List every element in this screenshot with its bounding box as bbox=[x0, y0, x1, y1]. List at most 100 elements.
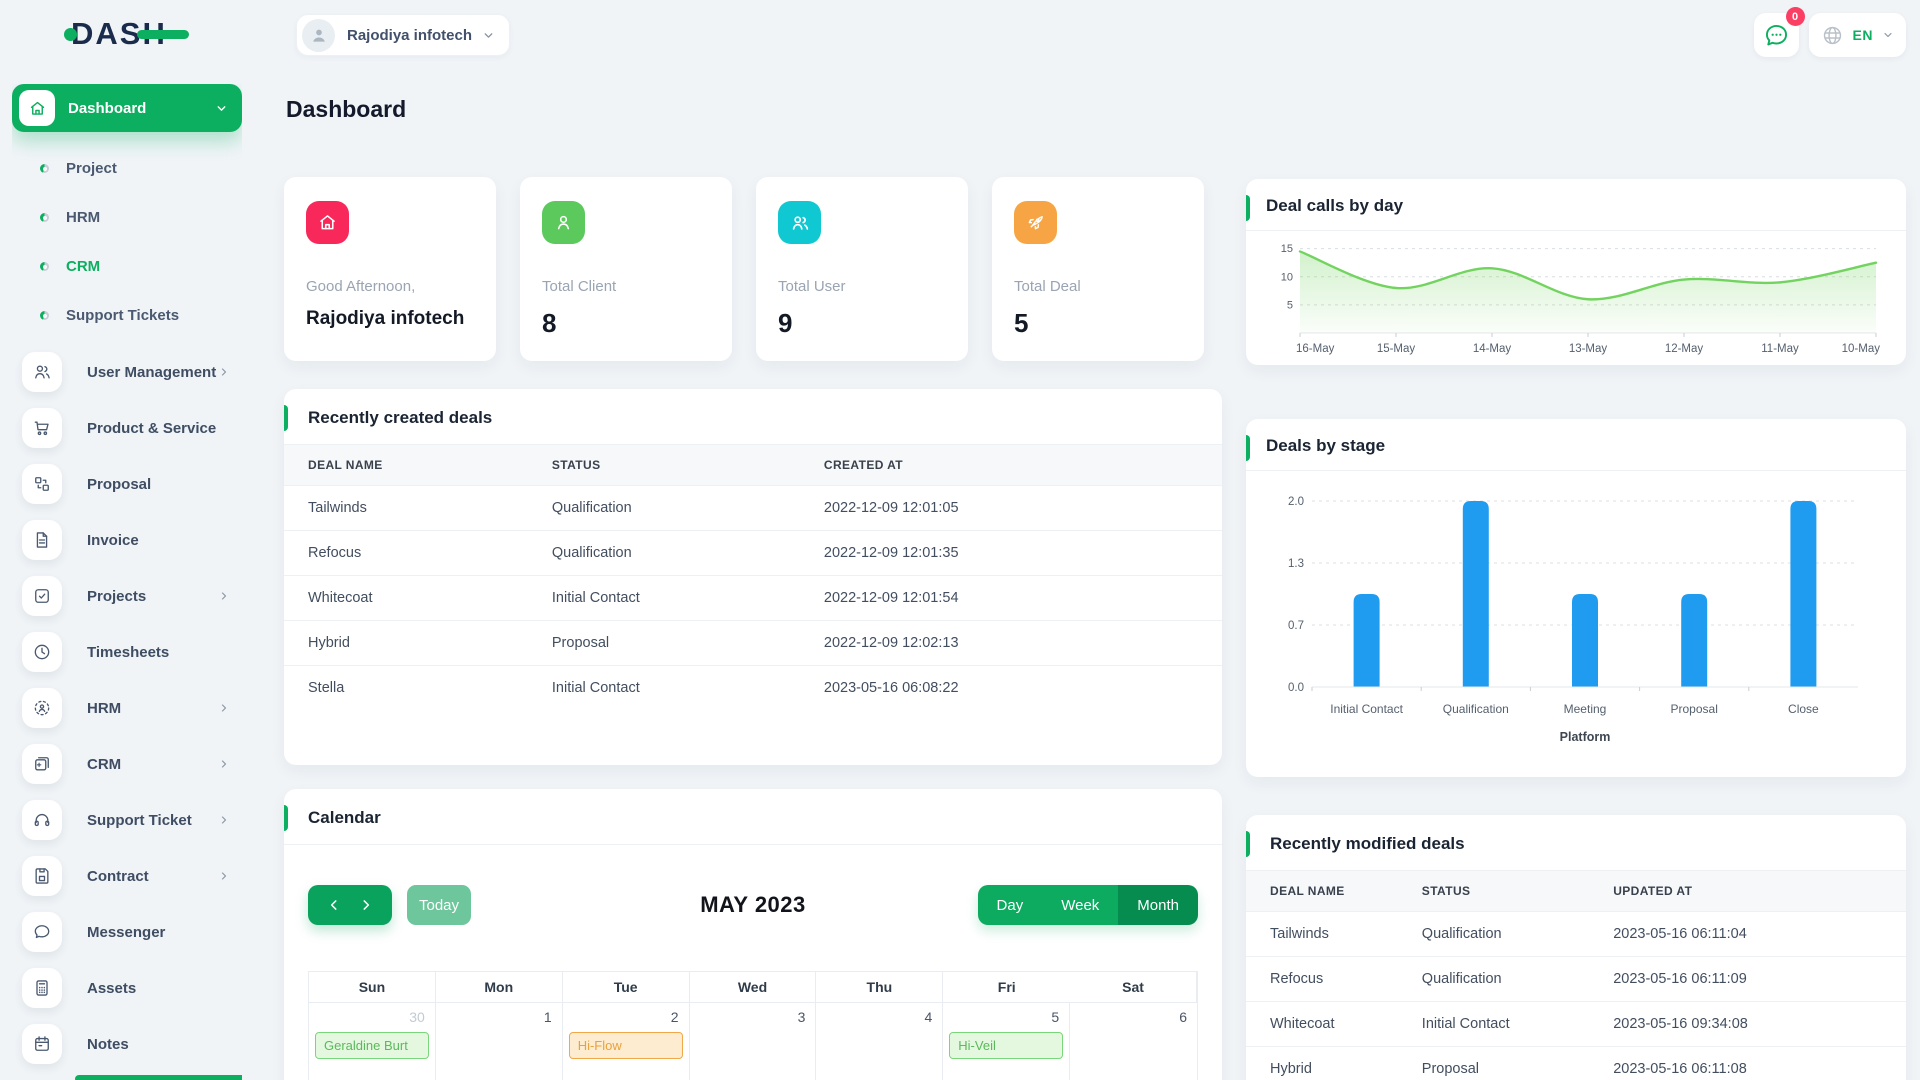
sidebar-item-crm-group[interactable]: CRM bbox=[12, 736, 242, 792]
column-header: DEAL NAME bbox=[308, 458, 383, 472]
stat-label: Good Afternoon, bbox=[306, 278, 416, 295]
sidebar-item-proposal[interactable]: Proposal bbox=[12, 456, 242, 512]
sidebar-item-invoice[interactable]: Invoice bbox=[12, 512, 242, 568]
users-icon-badge bbox=[778, 201, 821, 244]
status-cell: Qualification bbox=[527, 485, 800, 531]
language-selector[interactable]: EN bbox=[1808, 13, 1906, 57]
deal-name-cell: Refocus bbox=[284, 530, 528, 576]
sidebar-item-messenger[interactable]: Messenger bbox=[12, 904, 242, 960]
status-cell: Qualification bbox=[527, 530, 800, 576]
chevron-right-icon[interactable] bbox=[359, 898, 373, 912]
status-cell: Qualification bbox=[1397, 911, 1590, 957]
deal-name-cell: Stella bbox=[284, 665, 528, 710]
sidebar-item-timesheets[interactable]: Timesheets bbox=[12, 624, 242, 680]
sidebar-item-label: User Management bbox=[87, 363, 217, 381]
sidebar-item-label: Assets bbox=[87, 979, 137, 997]
sidebar-item-contract[interactable]: Contract bbox=[12, 848, 242, 904]
calendar-day-cell[interactable]: 3 bbox=[690, 1003, 817, 1080]
table-row[interactable]: Refocus Qualification 2023-05-16 06:11:0… bbox=[1246, 956, 1906, 1002]
calendar-event[interactable]: Geraldine Burt bbox=[315, 1032, 429, 1059]
sidebar-item-notes[interactable]: Notes bbox=[12, 1016, 242, 1072]
table-row[interactable]: Hybrid Proposal 2022-12-09 12:02:13 bbox=[284, 620, 1222, 666]
view-day-button[interactable]: Day bbox=[977, 885, 1043, 925]
topbar: DASH Rajodiya infotech 0 EN bbox=[0, 0, 1920, 70]
updated-at-cell: 2023-05-16 06:11:04 bbox=[1589, 911, 1906, 957]
sidebar-item-user-management[interactable]: User Management bbox=[12, 344, 242, 400]
cart-icon bbox=[34, 421, 49, 436]
sidebar-item-hrm[interactable]: HRM bbox=[12, 193, 242, 242]
sidebar-item-label: Product & Service bbox=[87, 419, 217, 437]
clock-icon bbox=[34, 644, 50, 660]
svg-text:2.0: 2.0 bbox=[1288, 496, 1304, 508]
table-row[interactable]: Whitecoat Initial Contact 2022-12-09 12:… bbox=[284, 575, 1222, 621]
svg-text:10-May: 10-May bbox=[1842, 343, 1880, 355]
chevron-left-icon[interactable] bbox=[327, 898, 341, 912]
calculator-icon-tile bbox=[22, 968, 62, 1008]
table-row[interactable]: Refocus Qualification 2022-12-09 12:01:3… bbox=[284, 530, 1222, 576]
bullet-icon bbox=[40, 213, 49, 222]
globe-icon bbox=[1823, 26, 1841, 44]
proposal-icon-tile bbox=[22, 464, 62, 504]
sidebar-item-label: Contract bbox=[87, 867, 149, 885]
app-logo[interactable]: DASH bbox=[64, 16, 189, 52]
sidebar-item-product-service[interactable]: Product & Service bbox=[12, 400, 242, 456]
sidebar-item-label: HRM bbox=[66, 209, 101, 226]
headset-icon-tile bbox=[22, 800, 62, 840]
sidebar-item-crm[interactable]: CRM bbox=[12, 242, 242, 291]
sidebar-item-hrm-group[interactable]: HRM bbox=[12, 680, 242, 736]
stat-label: Total User bbox=[778, 278, 846, 295]
bullet-icon bbox=[40, 164, 49, 173]
message-icon-tile bbox=[22, 912, 62, 952]
users-icon bbox=[792, 215, 808, 230]
table-header-row: DEAL NAME STATUS CREATED AT bbox=[284, 445, 1222, 486]
home-icon-box bbox=[19, 90, 55, 126]
cart-icon-tile bbox=[22, 408, 62, 448]
weekday-header: Tue bbox=[562, 972, 690, 1003]
table-row[interactable]: Hybrid Proposal 2023-05-16 06:11:08 bbox=[1246, 1046, 1906, 1080]
company-selector[interactable]: Rajodiya infotech bbox=[296, 14, 511, 56]
stat-value: 8 bbox=[542, 308, 557, 338]
table-row[interactable]: Tailwinds Qualification 2022-12-09 12:01… bbox=[284, 485, 1222, 531]
sidebar-item-label: CRM bbox=[87, 755, 122, 773]
total-user-card: Total User 9 bbox=[756, 177, 968, 361]
language-label: EN bbox=[1852, 27, 1873, 43]
user-icon-badge bbox=[542, 201, 585, 244]
table-row[interactable]: Tailwinds Qualification 2023-05-16 06:11… bbox=[1246, 911, 1906, 957]
crm-icon bbox=[35, 757, 49, 771]
logo-dash bbox=[136, 29, 189, 39]
calendar-day-cell[interactable]: 1 bbox=[436, 1003, 563, 1080]
check-square-icon bbox=[35, 589, 49, 603]
calendar-day-cell[interactable]: 5 Hi-Veil bbox=[943, 1003, 1071, 1080]
svg-text:Close: Close bbox=[1788, 702, 1819, 716]
sidebar-item-support-ticket-group[interactable]: Support Ticket bbox=[12, 792, 242, 848]
updated-at-cell: 2023-05-16 06:11:08 bbox=[1589, 1046, 1906, 1080]
calendar-day-cell[interactable]: 6 bbox=[1070, 1003, 1197, 1080]
view-month-button[interactable]: Month bbox=[1118, 885, 1198, 925]
home-icon bbox=[30, 101, 44, 115]
sidebar-item-projects[interactable]: Projects bbox=[12, 568, 242, 624]
sidebar-item-support-tickets[interactable]: Support Tickets bbox=[12, 291, 242, 340]
svg-text:5: 5 bbox=[1287, 299, 1293, 311]
today-button[interactable]: Today bbox=[407, 885, 471, 925]
view-week-button[interactable]: Week bbox=[1042, 885, 1119, 925]
recently-created-deals-table: DEAL NAME STATUS CREATED AT Tailwinds Qu… bbox=[284, 445, 1222, 710]
table-row[interactable]: Whitecoat Initial Contact 2023-05-16 09:… bbox=[1246, 1001, 1906, 1047]
svg-text:0.7: 0.7 bbox=[1288, 620, 1304, 632]
table-row[interactable]: Stella Initial Contact 2023-05-16 06:08:… bbox=[284, 665, 1222, 710]
deal-name-cell: Whitecoat bbox=[1246, 1001, 1398, 1047]
deal-name-cell: Refocus bbox=[1246, 956, 1398, 1002]
calendar-day-cell[interactable]: 4 bbox=[816, 1003, 944, 1080]
messenger-button[interactable]: 0 bbox=[1753, 7, 1805, 57]
calendar-event[interactable]: Hi-Veil bbox=[949, 1032, 1064, 1059]
chat-bubble-icon bbox=[1765, 24, 1787, 45]
calendar-day-cell[interactable]: 2 Hi-Flow bbox=[563, 1003, 690, 1080]
calendar-day-cell[interactable]: 30 Geraldine Burt bbox=[309, 1003, 436, 1080]
calendar-event[interactable]: Hi-Flow bbox=[568, 1032, 683, 1059]
sidebar-item-dashboard[interactable]: Dashboard bbox=[12, 84, 242, 132]
page-title: Dashboard bbox=[286, 96, 407, 122]
sidebar-item-project[interactable]: Project bbox=[12, 144, 242, 193]
sidebar-item-assets[interactable]: Assets bbox=[12, 960, 242, 1016]
view-switcher: Day Week Month bbox=[977, 885, 1198, 925]
weekday-header: Mon bbox=[435, 972, 563, 1003]
svg-text:10: 10 bbox=[1281, 271, 1293, 283]
